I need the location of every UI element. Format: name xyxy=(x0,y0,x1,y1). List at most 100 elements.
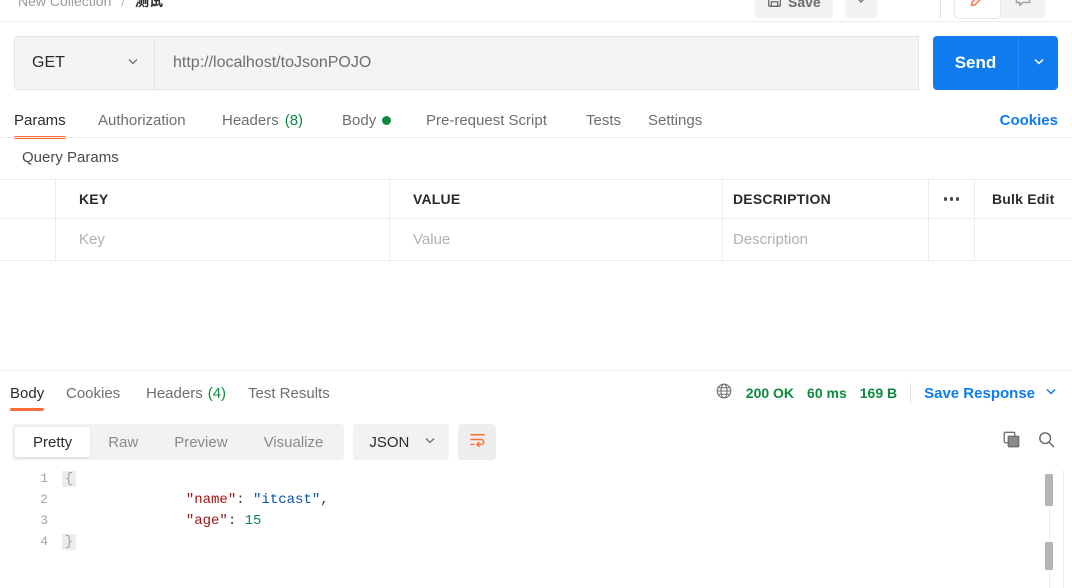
tab-pre-request-script[interactable]: Pre-request Script xyxy=(426,104,547,137)
table-options-button[interactable] xyxy=(929,180,975,218)
breadcrumb-collection[interactable]: New Collection xyxy=(18,0,111,9)
active-response-tab-underline xyxy=(10,408,45,411)
column-header-value: VALUE xyxy=(413,191,461,207)
wrap-lines-button[interactable] xyxy=(458,424,497,460)
row-spacer-cell xyxy=(975,219,1072,260)
response-tab-cookies[interactable]: Cookies xyxy=(66,378,120,408)
http-method-select[interactable]: GET xyxy=(14,36,154,90)
tab-settings-label: Settings xyxy=(648,112,703,129)
chevron-down-icon xyxy=(1032,54,1046,73)
header-divider xyxy=(0,21,1072,22)
pen-edit-button[interactable] xyxy=(955,0,1000,18)
top-bar: New Collection / 测试 Save xyxy=(0,0,1072,21)
response-body-code[interactable]: 1 { 2 "name": "itcast", 3 "age": 15 4 } xyxy=(0,468,1072,588)
code-right-border xyxy=(1063,470,1064,588)
response-tab-test-results-label: Test Results xyxy=(248,384,330,402)
response-size: 169 B xyxy=(859,385,898,401)
copy-icon[interactable] xyxy=(1002,430,1021,454)
save-button[interactable]: Save xyxy=(755,0,833,18)
response-status-bar: 200 OK 60 ms 169 B Save Response xyxy=(715,378,1058,408)
toolbar-divider xyxy=(940,0,941,18)
param-description-input[interactable]: Description xyxy=(733,231,808,248)
globe-icon[interactable] xyxy=(715,382,733,405)
select-all-cell xyxy=(0,180,56,218)
send-options-button[interactable] xyxy=(1018,36,1058,90)
cookies-link[interactable]: Cookies xyxy=(1000,104,1058,137)
format-select[interactable]: JSON xyxy=(353,424,450,460)
pen-edit-icon xyxy=(969,0,986,13)
tab-tests[interactable]: Tests xyxy=(586,104,621,137)
status-divider xyxy=(910,383,912,403)
bulk-edit-button[interactable]: Bulk Edit xyxy=(992,191,1054,207)
tab-params[interactable]: Params xyxy=(14,104,66,139)
chevron-down-icon xyxy=(126,54,140,73)
tab-params-label: Params xyxy=(14,112,66,129)
comment-button[interactable] xyxy=(1000,0,1045,18)
http-method-label: GET xyxy=(32,54,65,71)
row-options-cell xyxy=(929,219,975,260)
search-icon[interactable] xyxy=(1037,430,1056,454)
response-tab-body[interactable]: Body xyxy=(10,378,45,411)
code-scrollbar-thumb[interactable] xyxy=(1045,474,1053,506)
save-options-button[interactable] xyxy=(845,0,877,18)
view-toggle-group xyxy=(955,0,1045,18)
response-tab-cookies-label: Cookies xyxy=(66,384,121,402)
response-body-toolbar: Pretty Raw Preview Visualize JSON xyxy=(12,424,497,460)
breadcrumb-separator: / xyxy=(121,0,126,9)
query-params-table: KEY VALUE DESCRIPTION Bulk Edit Key Valu… xyxy=(0,179,1072,261)
view-mode-raw[interactable]: Raw xyxy=(90,427,156,457)
row-checkbox-cell[interactable] xyxy=(0,219,56,260)
response-time: 60 ms xyxy=(807,385,847,401)
save-response-button[interactable]: Save Response xyxy=(924,384,1058,402)
url-input[interactable]: http://localhost/toJsonPOJO xyxy=(154,36,919,90)
tab-authorization-label: Authorization xyxy=(98,112,186,129)
tab-headers-count: (8) xyxy=(284,112,304,129)
code-scrollbar-thumb-secondary[interactable] xyxy=(1045,542,1053,570)
code-line: 3 "age": 15 xyxy=(0,510,1072,531)
view-mode-preview[interactable]: Preview xyxy=(156,427,245,457)
line-number: 1 xyxy=(40,471,48,486)
chevron-down-icon xyxy=(1044,384,1058,402)
response-tab-body-label: Body xyxy=(10,384,45,402)
param-key-input[interactable]: Key xyxy=(79,231,105,248)
request-tabs: Params Authorization Headers (8) Body Pr… xyxy=(0,104,1072,139)
tab-headers[interactable]: Headers (8) xyxy=(222,104,303,137)
response-tab-test-results[interactable]: Test Results xyxy=(248,378,330,408)
wrap-lines-icon xyxy=(468,430,487,454)
breadcrumb[interactable]: New Collection / 测试 xyxy=(18,0,163,11)
table-header-row: KEY VALUE DESCRIPTION Bulk Edit xyxy=(0,179,1072,219)
view-mode-pretty[interactable]: Pretty xyxy=(15,427,91,457)
tab-body[interactable]: Body xyxy=(342,104,392,137)
ellipsis-icon xyxy=(943,197,960,201)
tab-tests-label: Tests xyxy=(586,112,622,129)
tab-authorization[interactable]: Authorization xyxy=(98,104,186,137)
response-tab-headers-count: (4) xyxy=(207,384,227,402)
tabs-divider xyxy=(0,137,1072,138)
response-tab-headers[interactable]: Headers (4) xyxy=(146,378,226,408)
tab-headers-label: Headers xyxy=(222,112,279,129)
comment-bubble-icon xyxy=(1014,0,1032,14)
format-select-value: JSON xyxy=(369,433,410,451)
param-value-input[interactable]: Value xyxy=(413,231,450,248)
body-has-content-dot-icon xyxy=(382,116,392,125)
line-number: 2 xyxy=(40,492,48,507)
send-button[interactable]: Send xyxy=(933,36,1018,90)
tab-pre-request-script-label: Pre-request Script xyxy=(426,112,547,129)
tab-settings[interactable]: Settings xyxy=(648,104,702,137)
save-button-label: Save xyxy=(788,0,821,10)
send-button-group: Send xyxy=(933,36,1058,90)
view-mode-visualize[interactable]: Visualize xyxy=(246,427,342,457)
code-fold-marker[interactable]: } xyxy=(62,533,76,550)
column-header-description: DESCRIPTION xyxy=(733,191,831,207)
breadcrumb-request-name[interactable]: 测试 xyxy=(135,0,163,9)
chevron-down-icon xyxy=(423,433,437,451)
url-input-value: http://localhost/toJsonPOJO xyxy=(173,54,372,71)
table-row: Key Value Description xyxy=(0,219,1072,261)
line-number: 4 xyxy=(40,534,48,549)
tab-body-label: Body xyxy=(342,112,377,129)
query-params-title: Query Params xyxy=(22,149,119,166)
line-number: 3 xyxy=(40,513,48,528)
response-tab-headers-label: Headers xyxy=(146,384,203,402)
code-fold-marker[interactable]: { xyxy=(62,470,76,487)
floppy-disk-icon xyxy=(767,0,782,11)
